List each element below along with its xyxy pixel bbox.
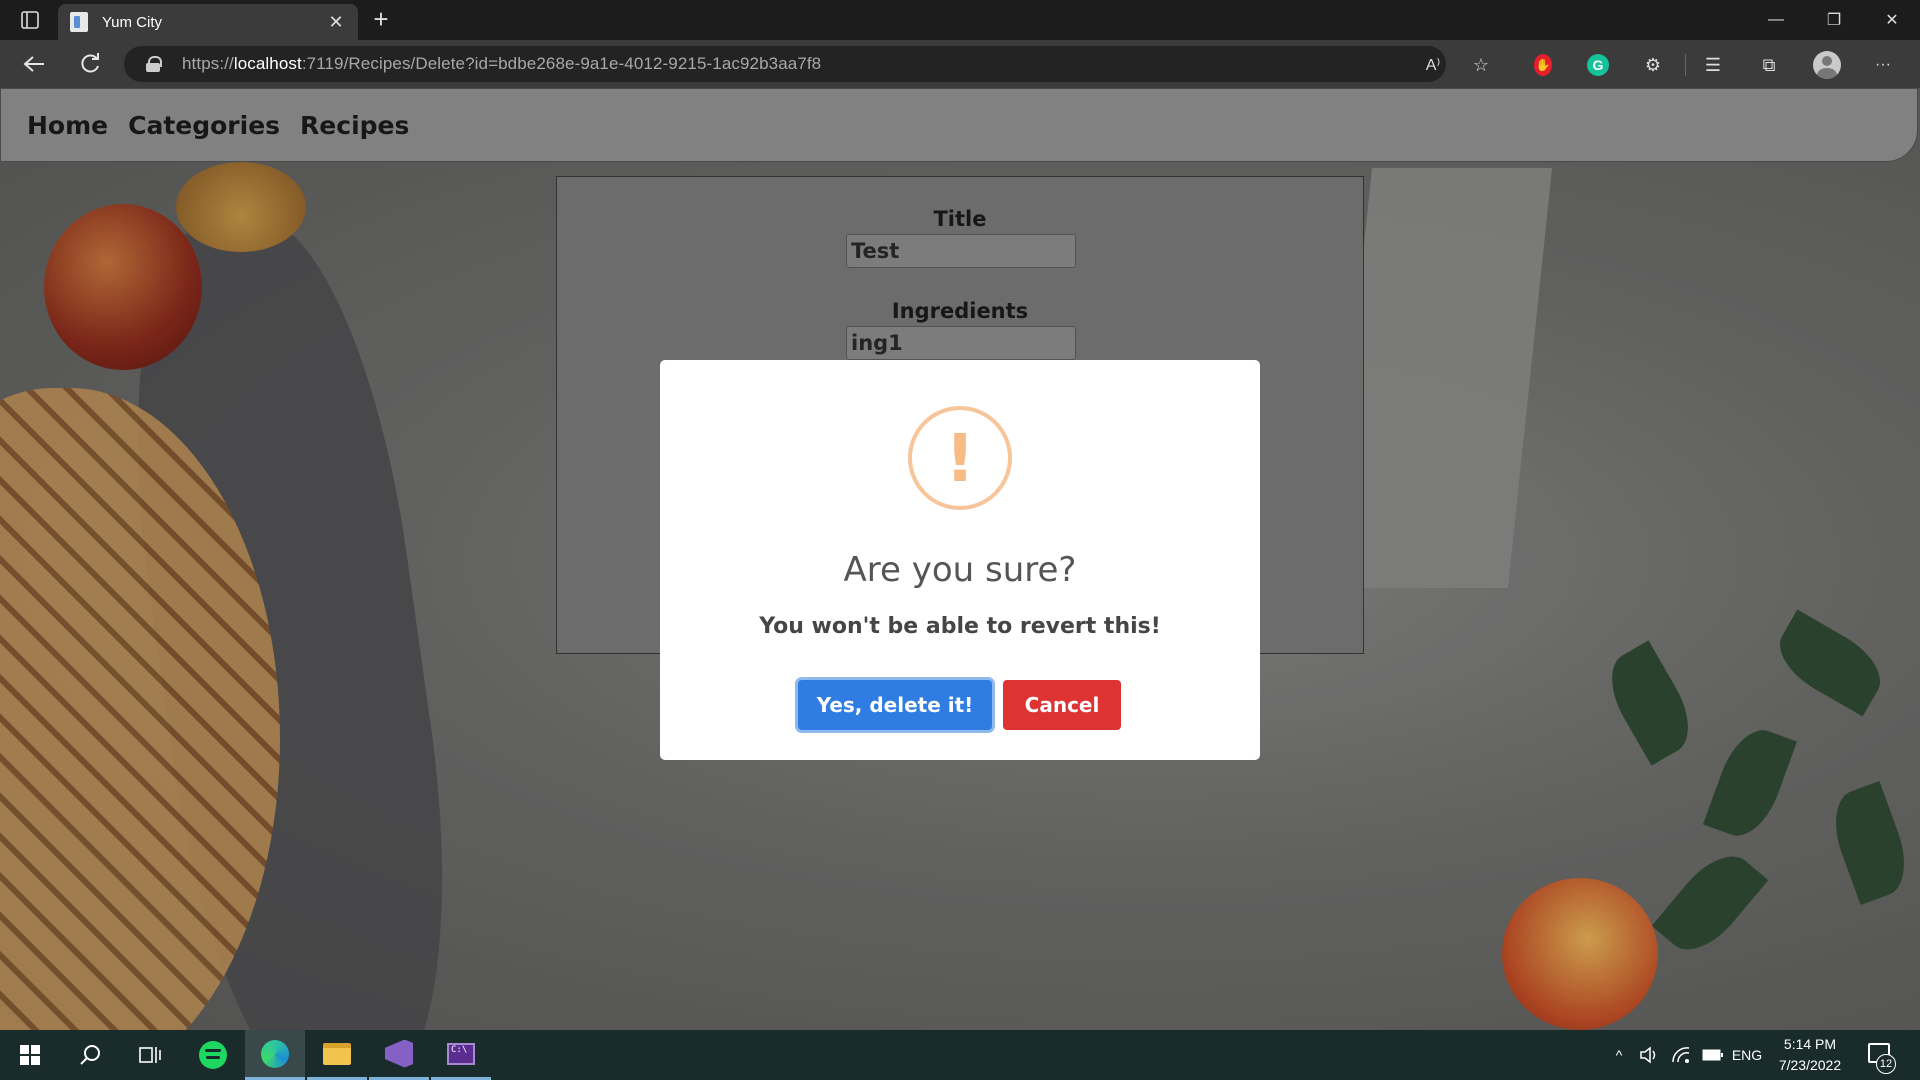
tab-title: Yum City xyxy=(102,13,163,31)
tab-actions-icon xyxy=(21,11,39,29)
more-icon[interactable]: ··· xyxy=(1870,52,1896,78)
grammarly-icon: G xyxy=(1587,54,1609,76)
tab-actions-button[interactable] xyxy=(14,8,46,32)
volume-icon[interactable] xyxy=(1634,1030,1664,1080)
taskbar-clock[interactable]: 5:14 PM 7/23/2022 xyxy=(1760,1034,1860,1076)
windows-logo-icon xyxy=(20,1045,40,1065)
visual-studio-taskbar-button[interactable] xyxy=(369,1030,429,1080)
page-viewport: Home Categories Recipes Title Test Ingre… xyxy=(0,88,1920,1030)
confirm-delete-button[interactable]: Yes, delete it! xyxy=(798,680,992,730)
file-explorer-taskbar-button[interactable] xyxy=(307,1030,367,1080)
confirm-delete-dialog: ! Are you sure? You won't be able to rev… xyxy=(660,360,1260,760)
edge-icon xyxy=(261,1039,289,1068)
clock-date: 7/23/2022 xyxy=(1778,1057,1842,1073)
battery-icon[interactable] xyxy=(1698,1030,1728,1080)
refresh-button[interactable] xyxy=(74,49,106,79)
terminal-taskbar-button[interactable]: C:\ xyxy=(431,1030,491,1080)
network-icon[interactable] xyxy=(1666,1030,1696,1080)
show-hidden-icons-button[interactable]: ^ xyxy=(1606,1030,1632,1080)
minimize-button[interactable]: — xyxy=(1748,0,1804,40)
spotify-icon xyxy=(199,1041,227,1069)
add-favorite-icon[interactable]: ☆ xyxy=(1468,52,1494,78)
favorites-icon[interactable]: ☰ xyxy=(1700,52,1726,78)
notification-count-badge: 12 xyxy=(1876,1054,1896,1074)
restore-button[interactable]: ❐ xyxy=(1806,0,1862,40)
read-aloud-icon[interactable]: A⁾ xyxy=(1420,52,1446,78)
language-indicator[interactable]: ENG xyxy=(1730,1030,1764,1080)
url-text[interactable]: https://localhost:7119/Recipes/Delete?id… xyxy=(182,54,821,74)
dialog-title: Are you sure? xyxy=(843,550,1077,590)
back-arrow-icon xyxy=(23,56,44,72)
cancel-button[interactable]: Cancel xyxy=(1003,680,1121,730)
back-button[interactable] xyxy=(18,49,50,79)
address-bar[interactable]: https://localhost:7119/Recipes/Delete?id… xyxy=(124,46,1446,82)
warning-icon: ! xyxy=(908,406,1012,510)
start-button[interactable] xyxy=(0,1030,60,1080)
extension-red-button[interactable]: ✋ xyxy=(1530,52,1556,78)
edge-taskbar-button[interactable] xyxy=(245,1030,305,1080)
new-tab-button[interactable]: + xyxy=(366,6,396,34)
dialog-message: You won't be able to revert this! xyxy=(759,614,1161,639)
extension-red-icon: ✋ xyxy=(1534,54,1552,76)
collections-icon[interactable]: ⧉ xyxy=(1756,52,1782,78)
browser-tab-bar: Yum City ✕ + — ❐ ✕ xyxy=(0,0,1920,40)
search-icon xyxy=(80,1045,100,1065)
close-window-button[interactable]: ✕ xyxy=(1864,0,1920,40)
grammarly-button[interactable]: G xyxy=(1585,52,1611,78)
browser-toolbar: https://localhost:7119/Recipes/Delete?id… xyxy=(0,40,1920,88)
task-view-button[interactable] xyxy=(120,1030,180,1080)
profile-icon xyxy=(1813,51,1841,79)
url-path: :7119/Recipes/Delete?id=bdbe268e-9a1e-40… xyxy=(301,54,822,73)
page-favicon-icon xyxy=(70,12,88,32)
folder-icon xyxy=(323,1042,351,1065)
url-host: localhost xyxy=(233,54,302,73)
visual-studio-icon xyxy=(385,1039,413,1068)
refresh-icon xyxy=(81,53,99,73)
profile-button[interactable] xyxy=(1812,50,1842,80)
windows-taskbar: C:\ ^ ENG 5:14 PM 7/23/2022 12 xyxy=(0,1030,1920,1080)
task-view-icon xyxy=(139,1047,161,1063)
browser-tab-active[interactable]: Yum City ✕ xyxy=(58,4,358,40)
terminal-icon: C:\ xyxy=(447,1042,475,1065)
toolbar-separator xyxy=(1685,54,1686,76)
spotify-taskbar-button[interactable] xyxy=(183,1030,243,1080)
tab-close-icon[interactable]: ✕ xyxy=(326,12,346,33)
clock-time: 5:14 PM xyxy=(1783,1036,1837,1052)
extensions-icon[interactable]: ⚙ xyxy=(1640,52,1666,78)
url-scheme: https:// xyxy=(182,54,234,73)
lock-icon[interactable] xyxy=(146,56,162,72)
search-button[interactable] xyxy=(60,1030,120,1080)
